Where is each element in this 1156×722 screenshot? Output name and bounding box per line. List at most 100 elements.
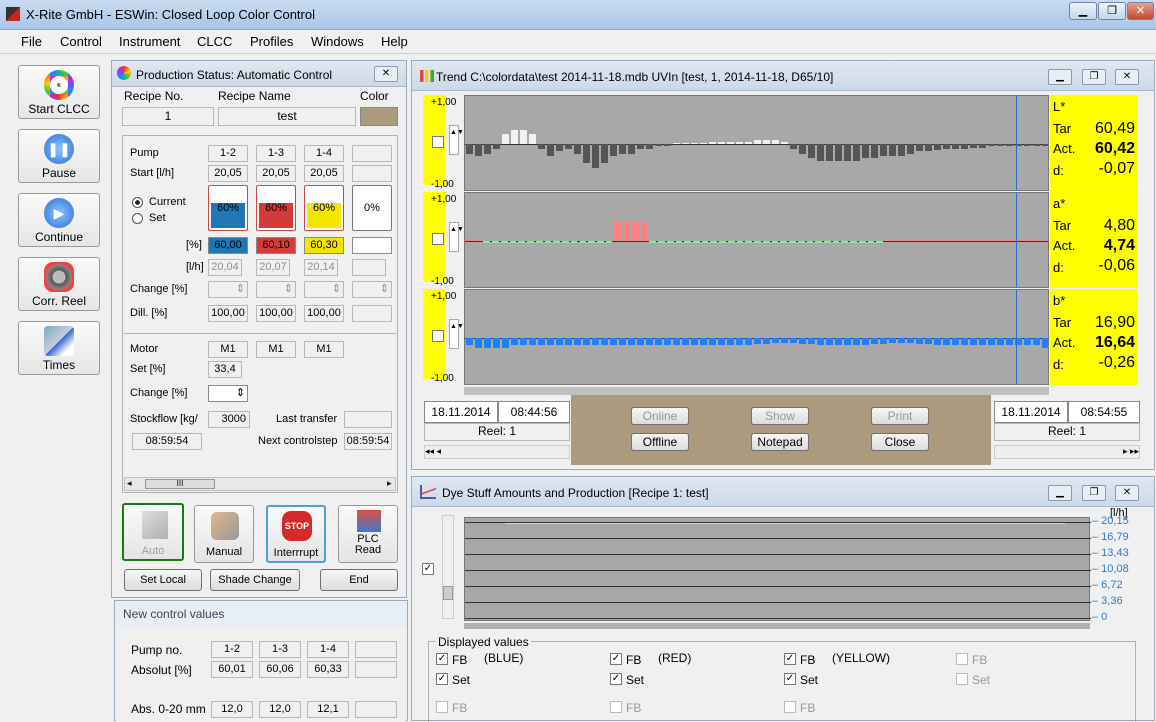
bar-chart-icon xyxy=(420,70,434,82)
dye-stuff-panel: Dye Stuff Amounts and Production [Recipe… xyxy=(411,476,1155,722)
trend-bar xyxy=(981,239,988,241)
fb-checkbox[interactable]: ✓ xyxy=(436,653,448,665)
close-button[interactable]: ✕ xyxy=(1127,2,1154,20)
set-checkbox[interactable] xyxy=(956,673,968,685)
fb-checkbox[interactable]: ✓ xyxy=(784,653,796,665)
pause-button[interactable]: ❚❚ Pause xyxy=(18,129,100,183)
current-label: Current xyxy=(149,196,186,208)
scroll-thumb[interactable]: III xyxy=(145,479,215,489)
trend-chart-L* xyxy=(464,95,1049,191)
time-field-1: 08:59:54 xyxy=(132,433,202,450)
show-button[interactable]: Show xyxy=(751,407,809,425)
change-1-2-stepper[interactable]: ⇕ xyxy=(208,281,248,298)
trend-bar xyxy=(920,239,927,241)
trend-bar xyxy=(592,338,599,346)
change2-stepper[interactable]: ⇕ xyxy=(208,385,248,402)
dye-h-scrollbar[interactable] xyxy=(464,623,1090,629)
set-checkbox[interactable]: ✓ xyxy=(436,673,448,685)
shade-change-button[interactable]: Shade Change xyxy=(210,569,300,591)
corr-reel-label: Corr. Reel xyxy=(31,294,87,308)
minimize-icon[interactable]: ▁ xyxy=(1048,69,1072,85)
change-empty-stepper[interactable]: ⇕ xyxy=(352,281,392,298)
close-icon[interactable]: ✕ xyxy=(1115,485,1139,501)
restore-icon[interactable]: ❐ xyxy=(1082,485,1106,501)
trend-bar xyxy=(556,338,563,346)
dye-chart-checkbox[interactable]: ✓ xyxy=(422,563,434,575)
menu-control[interactable]: Control xyxy=(60,34,102,49)
auto-button[interactable]: Auto xyxy=(122,503,184,561)
manual-button[interactable]: Manual xyxy=(194,505,254,563)
fb-checkbox[interactable] xyxy=(956,653,968,665)
menu-instrument[interactable]: Instrument xyxy=(119,34,180,49)
motor-3: M1 xyxy=(304,341,344,358)
dye-tick-label: – 3,36 xyxy=(1092,595,1123,607)
trend-bar xyxy=(946,239,953,241)
menu-clcc[interactable]: CLCC xyxy=(197,34,232,49)
scroll-right-icon[interactable]: ▸ xyxy=(387,478,392,489)
trend-checkbox[interactable] xyxy=(432,136,444,148)
menu-help[interactable]: Help xyxy=(381,34,408,49)
times-button[interactable]: Times xyxy=(18,321,100,375)
trend-bar xyxy=(475,338,482,348)
color-wheel-icon xyxy=(44,70,74,100)
end-reel-field: Reel: 1 xyxy=(994,423,1140,441)
minimize-button[interactable]: ▁ xyxy=(1069,2,1097,20)
offline-button[interactable]: Offline xyxy=(631,433,689,451)
trend-bar xyxy=(544,241,552,243)
change-1-4-stepper[interactable]: ⇕ xyxy=(304,281,344,298)
restore-icon[interactable]: ❐ xyxy=(1082,69,1106,85)
trend-close-button[interactable]: Close xyxy=(871,433,929,451)
end-button[interactable]: End xyxy=(320,569,398,591)
set-radio[interactable] xyxy=(132,213,143,224)
fb2-checkbox[interactable] xyxy=(436,701,448,713)
scroll-left-icon[interactable]: ◂ xyxy=(127,478,132,489)
set-local-button[interactable]: Set Local xyxy=(124,569,202,591)
menu-file[interactable]: File xyxy=(21,34,42,49)
trend-checkbox[interactable] xyxy=(432,233,444,245)
trend-spinner[interactable]: ▲▼ xyxy=(449,319,464,349)
color-name-label: (YELLOW) xyxy=(832,651,891,665)
start-scrollbar[interactable]: ◂◂ ◂ xyxy=(424,445,570,459)
corr-reel-button[interactable]: Corr. Reel xyxy=(18,257,100,311)
dye-scroll-thumb[interactable] xyxy=(443,586,453,600)
trend-scrollbar[interactable] xyxy=(464,387,1049,395)
change-1-3-stepper[interactable]: ⇕ xyxy=(256,281,296,298)
trend-bar xyxy=(637,144,644,149)
nv-abs-1-4: 60,33 xyxy=(307,661,349,678)
tank-level-label: 60% xyxy=(216,202,240,214)
plc-read-button[interactable]: PLC Read xyxy=(338,505,398,563)
fb2-checkbox[interactable] xyxy=(784,701,796,713)
start-clcc-button[interactable]: Start CLCC xyxy=(18,65,100,119)
start-1-4: 20,05 xyxy=(304,165,344,182)
last-transfer-label: Last transfer xyxy=(276,413,338,425)
trend-bar xyxy=(1033,338,1040,346)
divider xyxy=(124,333,396,334)
close-icon[interactable]: ✕ xyxy=(1115,69,1139,85)
maximize-button[interactable]: ❐ xyxy=(1098,2,1126,20)
interrupt-button[interactable]: STOP Interrrupt xyxy=(266,505,326,563)
fb2-checkbox[interactable] xyxy=(610,701,622,713)
trend-spinner[interactable]: ▲▼ xyxy=(449,125,464,155)
close-icon[interactable]: ✕ xyxy=(374,66,398,82)
set-checkbox[interactable]: ✓ xyxy=(784,673,796,685)
print-button[interactable]: Print xyxy=(871,407,929,425)
fb-checkbox[interactable]: ✓ xyxy=(610,653,622,665)
trend-bar xyxy=(693,241,700,243)
minimize-icon[interactable]: ▁ xyxy=(1048,485,1072,501)
trend-bar xyxy=(817,338,824,346)
menu-windows[interactable]: Windows xyxy=(311,34,364,49)
dye-vertical-scrollbar[interactable] xyxy=(442,515,454,619)
trend-checkbox[interactable] xyxy=(432,330,444,342)
horizontal-scrollbar[interactable]: ◂ III ▸ xyxy=(124,477,396,491)
set-checkbox[interactable]: ✓ xyxy=(610,673,622,685)
current-radio[interactable] xyxy=(132,197,143,208)
trend-bar xyxy=(934,338,941,346)
menu-profiles[interactable]: Profiles xyxy=(250,34,293,49)
trend-bar xyxy=(484,144,491,154)
trend-spinner[interactable]: ▲▼ xyxy=(449,222,464,252)
stop-icon: STOP xyxy=(282,511,312,541)
continue-button[interactable]: ▶ Continue xyxy=(18,193,100,247)
notepad-button[interactable]: Notepad xyxy=(751,433,809,451)
end-scrollbar[interactable]: ▸ ▸▸ xyxy=(994,445,1140,459)
online-button[interactable]: Online xyxy=(631,407,689,425)
